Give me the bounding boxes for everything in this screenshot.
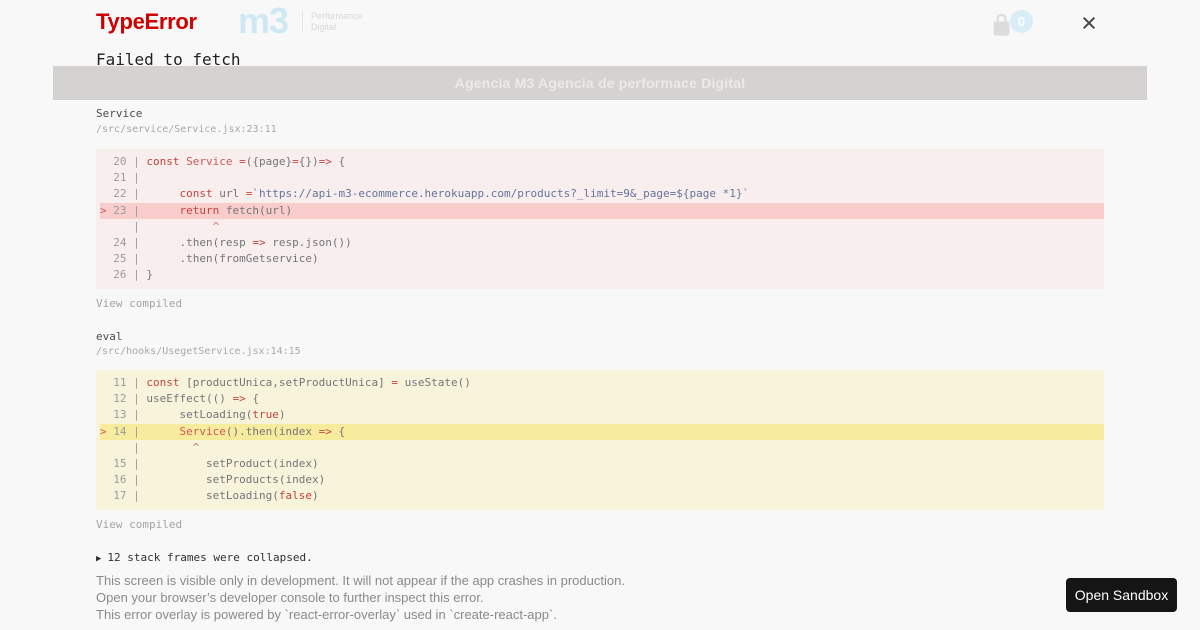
view-compiled-link[interactable]: View compiled: [96, 297, 182, 310]
code-line: 12 | useEffect(() => {: [113, 392, 259, 406]
frame-source-path: /src/service/Service.jsx:23:11: [96, 124, 277, 135]
code-frame-warning: 11 | const [productUnica,setProductUnica…: [96, 370, 1104, 510]
open-sandbox-button[interactable]: Open Sandbox: [1066, 578, 1177, 612]
app-logo: m3 Performance Digital: [238, 0, 363, 41]
logo-tagline: Performance Digital: [311, 11, 363, 32]
code-line: 17 | setLoading(false): [113, 489, 319, 503]
cart-count-badge: 0: [1010, 10, 1033, 33]
collapsed-frames-toggle[interactable]: ▶ 12 stack frames were collapsed.: [96, 551, 313, 564]
footer-note: This screen is visible only in developme…: [96, 573, 625, 588]
code-line: 11 | const [productUnica,setProductUnica…: [113, 376, 471, 389]
logo-divider: [302, 10, 304, 33]
code-line: > 23 | return fetch(url): [100, 202, 1104, 219]
code-line: 22 | const url =`https://api-m3-ecommerc…: [113, 187, 750, 201]
footer-notes: This screen is visible only in developme…: [96, 573, 625, 623]
code-line: 26 | }: [113, 268, 153, 282]
close-button[interactable]: ×: [1076, 8, 1102, 38]
code-line: 25 | .then(fromGetservice): [113, 252, 319, 266]
code-line: 16 | setProducts(index): [113, 473, 326, 487]
code-line: 20 | const Service =({page}={})=> {: [113, 155, 346, 168]
m3-logo: m3: [238, 0, 289, 41]
code-line: 15 | setProduct(index): [113, 457, 319, 471]
code-line: | ^: [100, 440, 200, 454]
frame-source-path: /src/hooks/UsegetService.jsx:14:15: [96, 346, 301, 357]
view-compiled-link[interactable]: View compiled: [96, 518, 182, 531]
close-icon: ×: [1081, 8, 1097, 38]
app-banner: Agencia M3 Agencia de performace Digital: [53, 66, 1147, 100]
code-line: > 14 | Service().then(index => {: [100, 423, 1104, 440]
code-frame-error: 20 | const Service =({page}={})=> { 21 |…: [96, 149, 1104, 289]
code-line: 13 | setLoading(true): [113, 408, 286, 422]
code-line: | ^: [100, 219, 220, 233]
footer-note: Open your browser’s developer console to…: [96, 589, 484, 605]
frame-function-name: Service: [96, 107, 143, 120]
code-line: 24 | .then(resp => resp.json()): [113, 236, 352, 250]
collapsed-frames-label: 12 stack frames were collapsed.: [107, 551, 313, 564]
cart-widget: 0: [988, 10, 1036, 39]
code-line: 21 |: [113, 171, 147, 185]
collapse-arrow-icon: ▶: [96, 554, 102, 564]
error-title: TypeError: [96, 9, 197, 34]
frame-function-name: eval: [96, 330, 123, 343]
error-overlay-screen: m3 Performance Digital 0 Agencia M3 Agen…: [0, 0, 1200, 630]
error-message: Failed to fetch: [96, 50, 241, 69]
footer-note: This error overlay is powered by `react-…: [96, 606, 557, 622]
